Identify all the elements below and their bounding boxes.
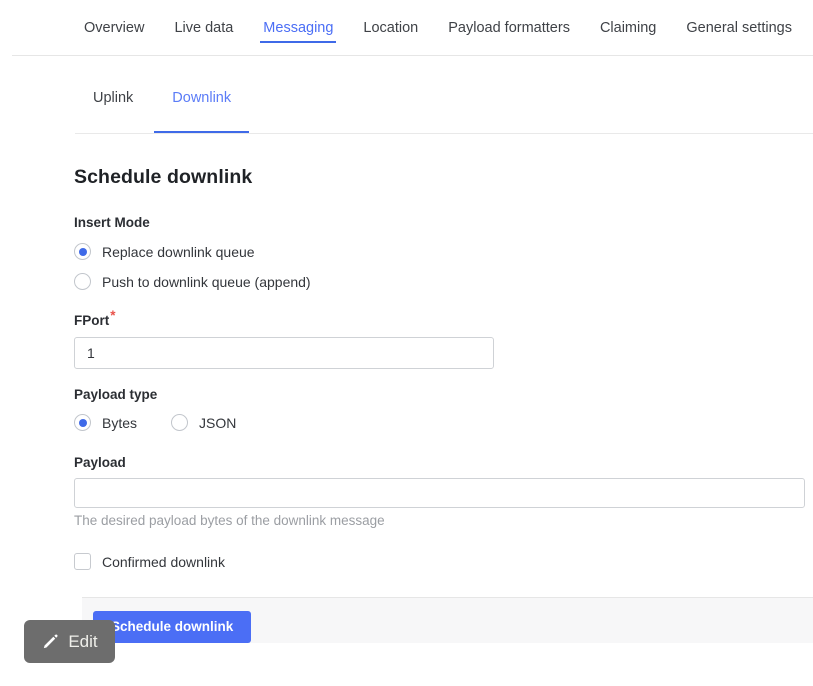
- edit-overlay-button[interactable]: Edit: [24, 620, 115, 663]
- required-asterisk-icon: *: [110, 307, 116, 323]
- insert-mode-label: Insert Mode: [74, 215, 150, 230]
- nav-tab-live-data-label: Live data: [174, 20, 234, 36]
- radio-replace-downlink-queue-label: Replace downlink queue: [102, 243, 255, 260]
- payload-type-radio-group: Bytes JSON: [74, 414, 236, 431]
- pencil-icon: [44, 634, 58, 649]
- radio-push-downlink-queue-label: Push to downlink queue (append): [102, 273, 311, 290]
- subtab-uplink[interactable]: Uplink: [93, 86, 133, 110]
- primary-nav-divider: [12, 55, 813, 56]
- nav-tab-location[interactable]: Location: [363, 0, 418, 56]
- nav-tab-payload-formatters[interactable]: Payload formatters: [448, 0, 570, 56]
- nav-tab-overview-label: Overview: [84, 20, 145, 36]
- nav-tab-overview[interactable]: Overview: [84, 0, 144, 56]
- payload-input[interactable]: [74, 478, 805, 508]
- secondary-nav-divider: [75, 133, 813, 134]
- fport-input[interactable]: [74, 337, 494, 369]
- subtab-downlink[interactable]: Downlink: [154, 86, 249, 134]
- page-title: Schedule downlink: [74, 166, 253, 188]
- primary-nav: Overview Live data Messaging Location Pa…: [0, 0, 813, 56]
- radio-payload-type-bytes-control[interactable]: [74, 414, 91, 431]
- secondary-nav-list: Uplink Downlink: [93, 86, 249, 134]
- fport-label-text: FPort: [74, 313, 110, 328]
- secondary-nav: Uplink Downlink: [0, 86, 813, 134]
- radio-push-downlink-queue-control[interactable]: [74, 273, 91, 290]
- schedule-downlink-button[interactable]: Schedule downlink: [93, 611, 252, 643]
- radio-option-push-downlink-queue[interactable]: Push to downlink queue (append): [74, 273, 311, 290]
- payload-helper-text: The desired payload bytes of the downlin…: [74, 513, 385, 528]
- nav-tab-payload-formatters-label: Payload formatters: [448, 20, 570, 36]
- payload-type-label: Payload type: [74, 387, 158, 402]
- nav-tab-messaging-label: Messaging: [263, 20, 334, 36]
- confirmed-downlink-row[interactable]: Confirmed downlink: [74, 553, 225, 570]
- nav-tab-live-data[interactable]: Live data: [174, 0, 233, 56]
- radio-payload-type-json-label: JSON: [199, 414, 237, 431]
- subtab-downlink-label: Downlink: [172, 90, 232, 106]
- nav-tab-claiming[interactable]: Claiming: [600, 0, 656, 56]
- primary-nav-list: Overview Live data Messaging Location Pa…: [84, 0, 792, 56]
- radio-payload-type-json-control[interactable]: [171, 414, 189, 431]
- edit-overlay-label: Edit: [68, 632, 98, 651]
- radio-payload-type-bytes-label: Bytes: [102, 414, 138, 431]
- nav-tab-location-label: Location: [363, 20, 419, 36]
- confirmed-downlink-checkbox[interactable]: [74, 553, 91, 570]
- radio-replace-downlink-queue-control[interactable]: [74, 243, 91, 260]
- nav-tab-general-settings[interactable]: General settings: [686, 0, 792, 56]
- payload-label: Payload: [74, 455, 126, 470]
- nav-tab-messaging[interactable]: Messaging: [260, 0, 337, 56]
- nav-tab-general-settings-label: General settings: [686, 20, 792, 36]
- nav-tab-claiming-label: Claiming: [599, 20, 657, 36]
- subtab-uplink-label: Uplink: [93, 90, 134, 106]
- confirmed-downlink-label: Confirmed downlink: [102, 553, 225, 570]
- radio-option-replace-downlink-queue[interactable]: Replace downlink queue: [74, 243, 255, 260]
- fport-label: FPort*: [74, 308, 116, 328]
- payload-type-spacer: [137, 422, 171, 423]
